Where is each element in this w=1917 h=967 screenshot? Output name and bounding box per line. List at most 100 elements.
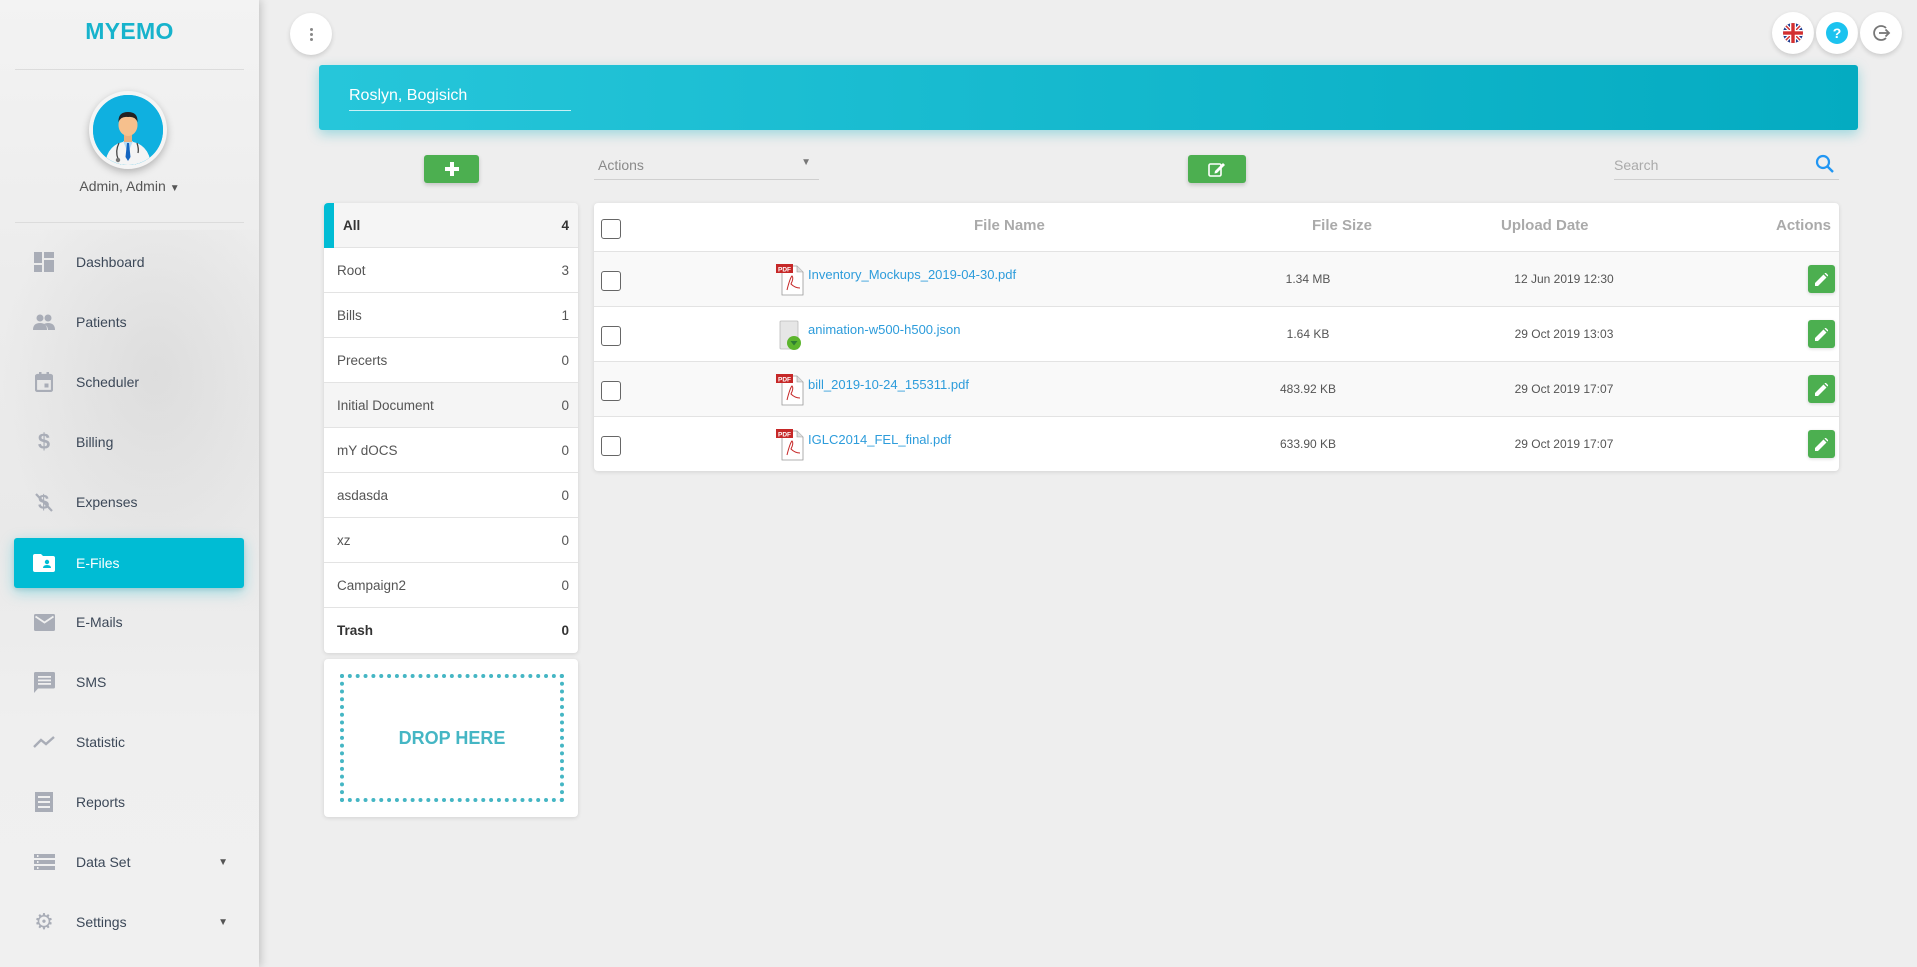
file-size: 1.34 MB xyxy=(1285,272,1331,286)
edit-square-icon xyxy=(1208,163,1225,177)
folder-item-trash[interactable]: Trash 0 xyxy=(324,608,578,653)
folder-item-root[interactable]: Root 3 xyxy=(324,248,578,293)
pdf-file-icon: PDF xyxy=(776,429,804,461)
folder-item-xz[interactable]: xz 0 xyxy=(324,518,578,563)
more-vertical-icon xyxy=(309,27,313,41)
sidebar-divider xyxy=(15,69,244,70)
folder-count: 0 xyxy=(561,623,569,638)
sidebar-item-label: Billing xyxy=(76,434,114,450)
caret-down-icon: ▼ xyxy=(169,183,180,194)
actions-dropdown-label: Actions xyxy=(598,156,644,173)
file-link[interactable]: Inventory_Mockups_2019-04-30.pdf xyxy=(808,267,1016,282)
sidebar-item-reports[interactable]: Reports xyxy=(14,777,244,827)
mail-icon xyxy=(32,610,56,634)
edit-file-button[interactable] xyxy=(1808,320,1835,348)
trending-icon xyxy=(32,730,56,754)
sidebar-item-scheduler[interactable]: Scheduler xyxy=(14,357,244,407)
folder-item-my-docs[interactable]: mY dOCS 0 xyxy=(324,428,578,473)
svg-text:PDF: PDF xyxy=(778,432,791,439)
row-checkbox[interactable] xyxy=(601,381,621,401)
search-input[interactable] xyxy=(1614,154,1804,176)
actions-dropdown[interactable]: Actions ▼ xyxy=(594,150,819,180)
folder-item-campaign2[interactable]: Campaign2 0 xyxy=(324,563,578,608)
column-header-upload-date[interactable]: Upload Date xyxy=(1501,217,1589,234)
sidebar-item-patients[interactable]: Patients xyxy=(14,297,244,347)
edit-file-button[interactable] xyxy=(1808,375,1835,403)
folder-count: 1 xyxy=(561,307,569,323)
folder-item-bills[interactable]: Bills 1 xyxy=(324,293,578,338)
sidebar-item-billing[interactable]: $ Billing xyxy=(14,417,244,467)
receipt-icon xyxy=(32,790,56,814)
folder-item-precerts[interactable]: Precerts 0 xyxy=(324,338,578,383)
file-link[interactable]: animation-w500-h500.json xyxy=(808,322,960,337)
sidebar-item-label: E-Mails xyxy=(76,614,123,630)
json-file-icon xyxy=(779,320,801,350)
row-checkbox[interactable] xyxy=(601,271,621,291)
sidebar-item-dashboard[interactable]: Dashboard xyxy=(14,237,244,287)
svg-text:PDF: PDF xyxy=(778,377,791,384)
upload-date: 29 Oct 2019 13:03 xyxy=(1514,327,1614,341)
gear-icon: ⚙ xyxy=(34,909,54,934)
pencil-icon xyxy=(1815,327,1828,341)
sidebar-item-data-set[interactable]: Data Set ▼ xyxy=(14,837,244,887)
sidebar-item-statistic[interactable]: Statistic xyxy=(14,717,244,767)
doctor-avatar-icon xyxy=(93,95,163,165)
pencil-icon xyxy=(1815,437,1828,451)
file-link[interactable]: IGLC2014_FEL_final.pdf xyxy=(808,432,951,447)
folder-item-initial-document[interactable]: Initial Document 0 xyxy=(324,383,578,428)
folder-list: All 4 Root 3 Bills 1 Precerts 0 Initial … xyxy=(324,203,578,653)
folder-name: All xyxy=(343,217,361,233)
folder-item-all[interactable]: All 4 xyxy=(324,203,578,248)
language-button[interactable] xyxy=(1772,12,1814,54)
folder-count: 0 xyxy=(561,397,569,413)
sidebar-item-label: Dashboard xyxy=(76,254,145,270)
user-menu[interactable]: Admin, Admin ▼ xyxy=(0,178,259,194)
patient-banner xyxy=(319,65,1858,130)
dollar-icon: $ xyxy=(37,429,51,454)
column-header-actions: Actions xyxy=(1776,217,1832,234)
folder-count: 0 xyxy=(561,577,569,593)
edit-file-button[interactable] xyxy=(1808,430,1835,458)
sidebar-item-label: Statistic xyxy=(76,734,126,750)
pdf-file-icon: PDF xyxy=(776,264,804,296)
patient-name-input[interactable] xyxy=(349,83,571,111)
select-all-checkbox[interactable] xyxy=(601,219,621,239)
table-row: PDF IGLC2014_FEL_final.pdf 633.90 KB 29 … xyxy=(594,417,1839,471)
edit-folder-button[interactable] xyxy=(1188,155,1246,183)
upload-date: 29 Oct 2019 17:07 xyxy=(1514,382,1614,396)
sidebar-item-label: Scheduler xyxy=(76,374,140,390)
sidebar-item-settings[interactable]: ⚙ Settings ▼ xyxy=(14,897,244,947)
people-icon xyxy=(32,310,56,334)
sidebar-item-label: SMS xyxy=(76,674,107,690)
sidebar-item-label: Expenses xyxy=(76,494,138,510)
folder-name: asdasda xyxy=(337,487,389,503)
logout-icon xyxy=(1873,25,1891,41)
column-header-file-size[interactable]: File Size xyxy=(1312,217,1372,234)
add-folder-button[interactable] xyxy=(424,155,479,183)
search-icon[interactable] xyxy=(1815,154,1835,174)
plus-icon xyxy=(444,162,459,176)
sidebar-item-expenses[interactable]: $ Expenses xyxy=(14,477,244,527)
sidebar-item-sms[interactable]: SMS xyxy=(14,657,244,707)
table-row: PDF bill_2019-10-24_155311.pdf 483.92 KB… xyxy=(594,362,1839,417)
row-checkbox[interactable] xyxy=(601,326,621,346)
avatar[interactable] xyxy=(89,91,167,169)
folder-name: Precerts xyxy=(337,352,388,368)
app-logo[interactable]: MYEMO xyxy=(0,18,259,45)
row-checkbox[interactable] xyxy=(601,436,621,456)
column-header-file-name[interactable]: File Name xyxy=(974,217,1045,234)
edit-file-button[interactable] xyxy=(1808,265,1835,293)
help-button[interactable]: ? xyxy=(1816,12,1858,54)
pencil-icon xyxy=(1815,382,1828,396)
file-dropzone[interactable]: DROP HERE xyxy=(340,674,564,802)
sidebar-item-e-files[interactable]: E-Files xyxy=(14,538,244,588)
sidebar-item-e-mails[interactable]: E-Mails xyxy=(14,597,244,647)
folder-count: 4 xyxy=(561,217,569,233)
folder-name: Bills xyxy=(337,307,362,323)
file-link[interactable]: bill_2019-10-24_155311.pdf xyxy=(808,377,969,392)
folder-name: Trash xyxy=(337,623,374,638)
folder-item-asdasda[interactable]: asdasda 0 xyxy=(324,473,578,518)
file-table: File Name File Size Upload Date Actions … xyxy=(594,203,1839,471)
logout-button[interactable] xyxy=(1860,12,1902,54)
menu-toggle-button[interactable] xyxy=(290,13,332,55)
